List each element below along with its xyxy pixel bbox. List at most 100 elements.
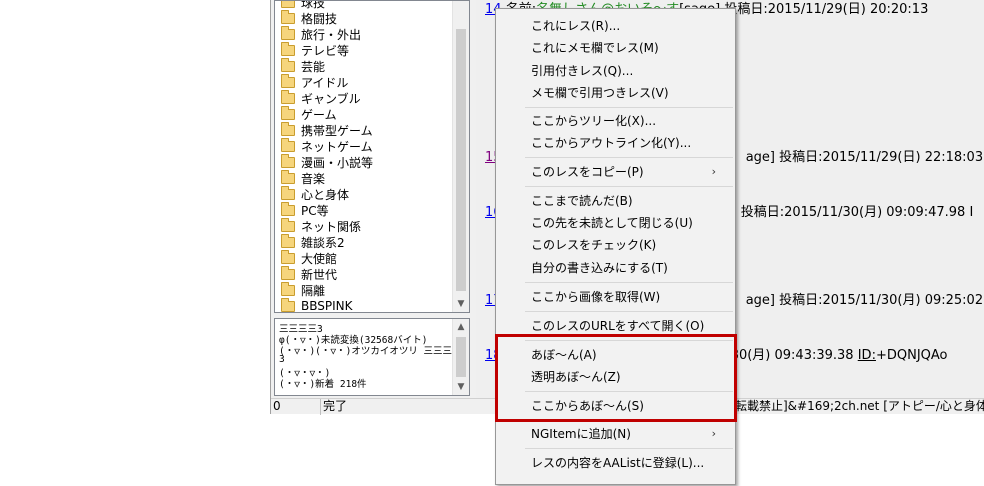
tree-item-label: 漫画・小説等 bbox=[301, 155, 374, 170]
tree-item[interactable]: 旅行・外出 bbox=[281, 25, 362, 42]
mail-field: age] bbox=[745, 150, 775, 165]
menu-item-tree-from-here[interactable]: ここからツリー化(X)... bbox=[531, 111, 656, 131]
tree-item[interactable]: 音楽 bbox=[281, 169, 326, 186]
log-line: (・▽・)新着 218件 bbox=[279, 379, 367, 390]
tree-item-label: 隔離 bbox=[301, 283, 326, 298]
menu-separator bbox=[525, 282, 733, 283]
post-date: 投稿日:2015/11/30(月) 09:09:47.98 I bbox=[740, 205, 974, 220]
menu-item-label: NGItemに追加(N) bbox=[531, 427, 631, 441]
folder-icon bbox=[281, 73, 295, 88]
folder-icon bbox=[281, 281, 295, 296]
tree-item[interactable]: PC等 bbox=[281, 201, 329, 218]
scroll-up-icon[interactable]: ▲ bbox=[453, 319, 469, 335]
folder-icon bbox=[281, 41, 295, 56]
menu-separator bbox=[525, 311, 733, 312]
folder-icon bbox=[281, 217, 295, 232]
post-date: 投稿日:2015/11/29(日) 20:20:13 bbox=[724, 2, 929, 17]
menu-item-unread-close[interactable]: この先を未読として閉じる(U) bbox=[531, 213, 693, 233]
menu-separator bbox=[525, 186, 733, 187]
tree-item[interactable]: テレビ等 bbox=[281, 41, 350, 58]
tree-item-label: PC等 bbox=[301, 203, 329, 218]
board-tree: 球技 格闘技 旅行・外出 テレビ等 芸能 アイドル ギャンブル ゲーム 携帯型ゲ… bbox=[274, 0, 470, 313]
tree-item-label: 新世代 bbox=[301, 267, 338, 282]
folder-icon bbox=[281, 201, 295, 216]
tree-item[interactable]: BBSPINK bbox=[281, 297, 353, 313]
menu-separator bbox=[525, 157, 733, 158]
tree-item[interactable]: アイドル bbox=[281, 73, 349, 90]
menu-item-open-urls[interactable]: このレスのURLをすべて開く(O) bbox=[531, 316, 704, 336]
menu-separator bbox=[525, 107, 733, 108]
menu-item-check-res[interactable]: このレスをチェック(K) bbox=[531, 235, 656, 255]
folder-icon bbox=[281, 249, 295, 264]
tree-item[interactable]: 芸能 bbox=[281, 57, 326, 74]
menu-item-get-images[interactable]: ここから画像を取得(W) bbox=[531, 287, 660, 307]
tree-item[interactable]: ネットゲーム bbox=[281, 137, 373, 154]
folder-icon bbox=[281, 89, 295, 104]
menu-item-label: このレスをコピー(P) bbox=[531, 165, 644, 179]
menu-item-memo-reply[interactable]: これにメモ欄でレス(M) bbox=[531, 38, 659, 58]
tree-item-label: 雑談系2 bbox=[301, 235, 345, 250]
tree-item-label: ギャンブル bbox=[301, 91, 361, 106]
submenu-arrow-icon: › bbox=[711, 427, 716, 440]
post-date: 投稿日:2015/11/30(月) 09:25:02 bbox=[779, 293, 984, 308]
folder-icon bbox=[281, 105, 295, 120]
menu-item-read-here[interactable]: ここまで読んだ(B) bbox=[531, 191, 633, 211]
menu-item-reply[interactable]: これにレス(R)... bbox=[531, 16, 620, 36]
tree-item[interactable]: ギャンブル bbox=[281, 89, 361, 106]
poster-id: +DQNJQAo bbox=[875, 348, 948, 363]
folder-icon bbox=[281, 121, 295, 136]
tree-item[interactable]: ゲーム bbox=[281, 105, 337, 122]
folder-icon bbox=[281, 265, 295, 280]
folder-icon bbox=[281, 137, 295, 152]
folder-icon bbox=[281, 25, 295, 40]
tree-item[interactable]: 大使館 bbox=[281, 249, 337, 266]
status-count: 0 bbox=[271, 399, 321, 415]
folder-icon bbox=[281, 169, 295, 184]
tree-item-label: 格闘技 bbox=[301, 11, 338, 26]
menu-item-add-ngitem[interactable]: NGItemに追加(N) › bbox=[531, 424, 726, 444]
tree-scrollbar[interactable]: ▼ bbox=[452, 1, 469, 312]
id-label[interactable]: ID: bbox=[858, 348, 876, 363]
tree-item-label: 携帯型ゲーム bbox=[301, 123, 373, 138]
folder-icon bbox=[281, 57, 295, 72]
tree-item[interactable]: 雑談系2 bbox=[281, 233, 345, 250]
log-scrollbar[interactable]: ▲ ▼ bbox=[452, 319, 469, 395]
folder-icon bbox=[281, 233, 295, 248]
scroll-down-icon[interactable]: ▼ bbox=[453, 379, 469, 395]
tree-item[interactable]: 新世代 bbox=[281, 265, 338, 282]
highlight-annotation bbox=[495, 334, 737, 422]
folder-icon bbox=[281, 297, 295, 312]
tree-item[interactable]: 漫画・小説等 bbox=[281, 153, 374, 170]
folder-icon bbox=[281, 153, 295, 168]
tree-item-label: 音楽 bbox=[301, 171, 326, 186]
menu-item-outline-from-here[interactable]: ここからアウトライン化(Y)... bbox=[531, 133, 691, 153]
tree-item-label: BBSPINK bbox=[301, 299, 353, 313]
menu-item-memo-quote-reply[interactable]: メモ欄で引用つきレス(V) bbox=[531, 83, 669, 103]
folder-icon bbox=[281, 1, 295, 8]
mail-field: age] bbox=[745, 293, 775, 308]
tree-item-label: ネットゲーム bbox=[301, 139, 373, 154]
tree-item-label: アイドル bbox=[301, 75, 349, 90]
menu-item-register-aalist[interactable]: レスの内容をAAListに登録(L)... bbox=[531, 453, 704, 473]
tree-item[interactable]: 球技 bbox=[281, 1, 325, 10]
tree-item-label: テレビ等 bbox=[301, 43, 350, 58]
tree-item-label: 旅行・外出 bbox=[301, 27, 362, 42]
menu-item-mark-mine[interactable]: 自分の書き込みにする(T) bbox=[531, 258, 668, 278]
tree-item-label: 芸能 bbox=[301, 59, 326, 74]
scrollbar-thumb[interactable] bbox=[456, 29, 466, 291]
tree-item[interactable]: 心と身体 bbox=[281, 185, 349, 202]
menu-item-copy-res[interactable]: このレスをコピー(P) › bbox=[531, 162, 726, 182]
menu-item-quote-reply[interactable]: 引用付きレス(Q)... bbox=[531, 61, 633, 81]
tree-item[interactable]: 携帯型ゲーム bbox=[281, 121, 373, 138]
scrollbar-thumb[interactable] bbox=[456, 337, 466, 377]
menu-separator bbox=[525, 448, 733, 449]
post-date: 投稿日:2015/11/29(日) 22:18:03 bbox=[779, 150, 984, 165]
status-text: 完了 bbox=[323, 399, 348, 413]
tree-item[interactable]: 隔離 bbox=[281, 281, 326, 298]
tree-item[interactable]: 格闘技 bbox=[281, 9, 338, 26]
tree-item[interactable]: ネット関係 bbox=[281, 217, 362, 234]
log-line: (・▽・)(・▽・)オツカイオツリ 三三三三 bbox=[279, 346, 462, 357]
scroll-down-icon[interactable]: ▼ bbox=[453, 296, 469, 312]
tree-item-label: ネット関係 bbox=[301, 219, 362, 234]
tree-item-label: ゲーム bbox=[301, 107, 337, 122]
